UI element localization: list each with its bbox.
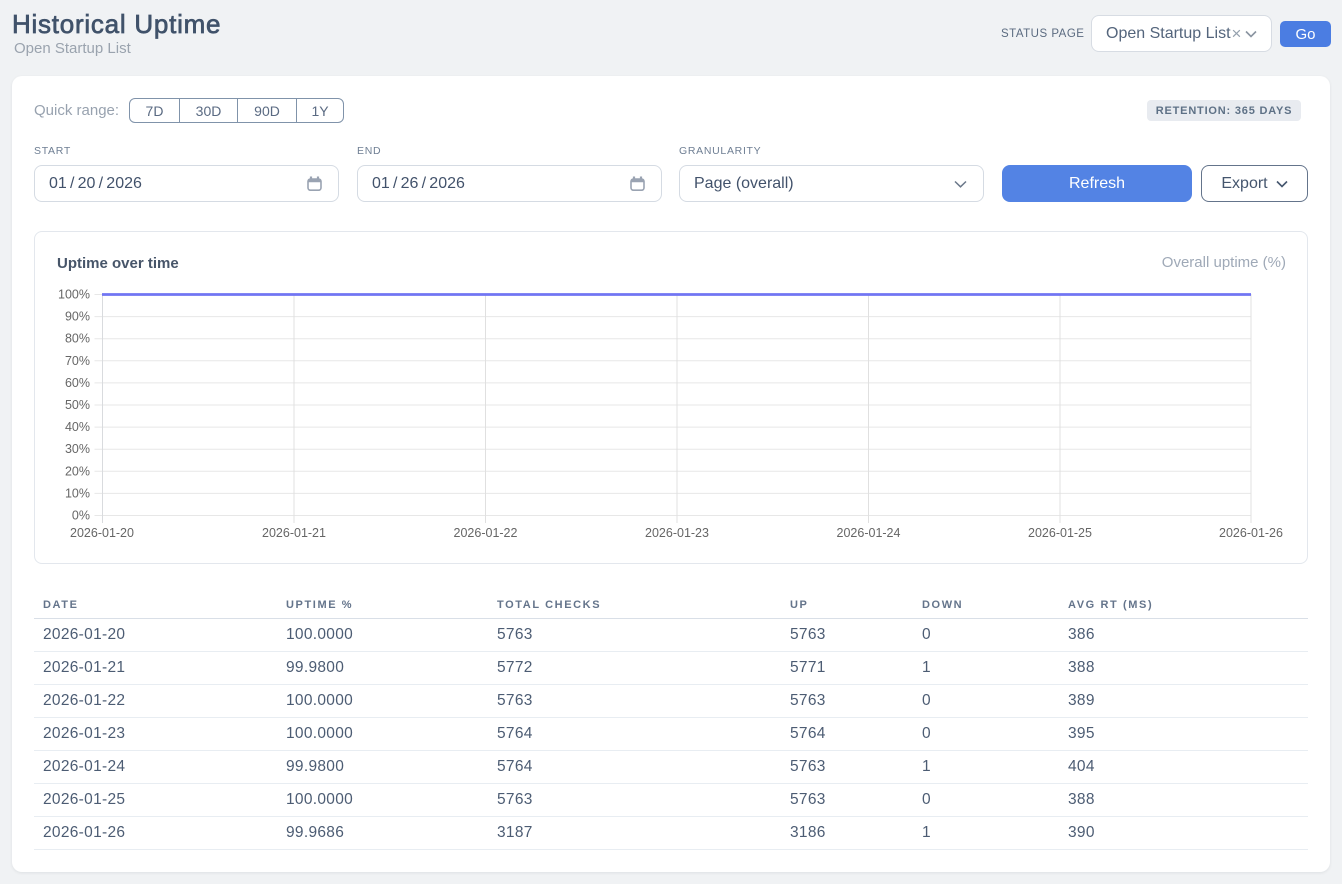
- svg-text:50%: 50%: [65, 398, 90, 412]
- svg-text:2026-01-23: 2026-01-23: [645, 526, 709, 540]
- svg-text:2026-01-21: 2026-01-21: [262, 526, 326, 540]
- svg-text:60%: 60%: [65, 376, 90, 390]
- svg-text:70%: 70%: [65, 354, 90, 368]
- svg-text:40%: 40%: [65, 420, 90, 434]
- svg-text:2026-01-22: 2026-01-22: [454, 526, 518, 540]
- svg-text:2026-01-26: 2026-01-26: [1219, 526, 1283, 540]
- svg-text:2026-01-25: 2026-01-25: [1028, 526, 1092, 540]
- svg-text:2026-01-20: 2026-01-20: [70, 526, 134, 540]
- svg-text:10%: 10%: [65, 486, 90, 500]
- svg-text:2026-01-24: 2026-01-24: [837, 526, 901, 540]
- svg-text:20%: 20%: [65, 464, 90, 478]
- svg-text:90%: 90%: [65, 310, 90, 324]
- svg-text:30%: 30%: [65, 442, 90, 456]
- svg-text:80%: 80%: [65, 332, 90, 346]
- svg-text:0%: 0%: [72, 509, 90, 523]
- svg-text:100%: 100%: [58, 288, 90, 302]
